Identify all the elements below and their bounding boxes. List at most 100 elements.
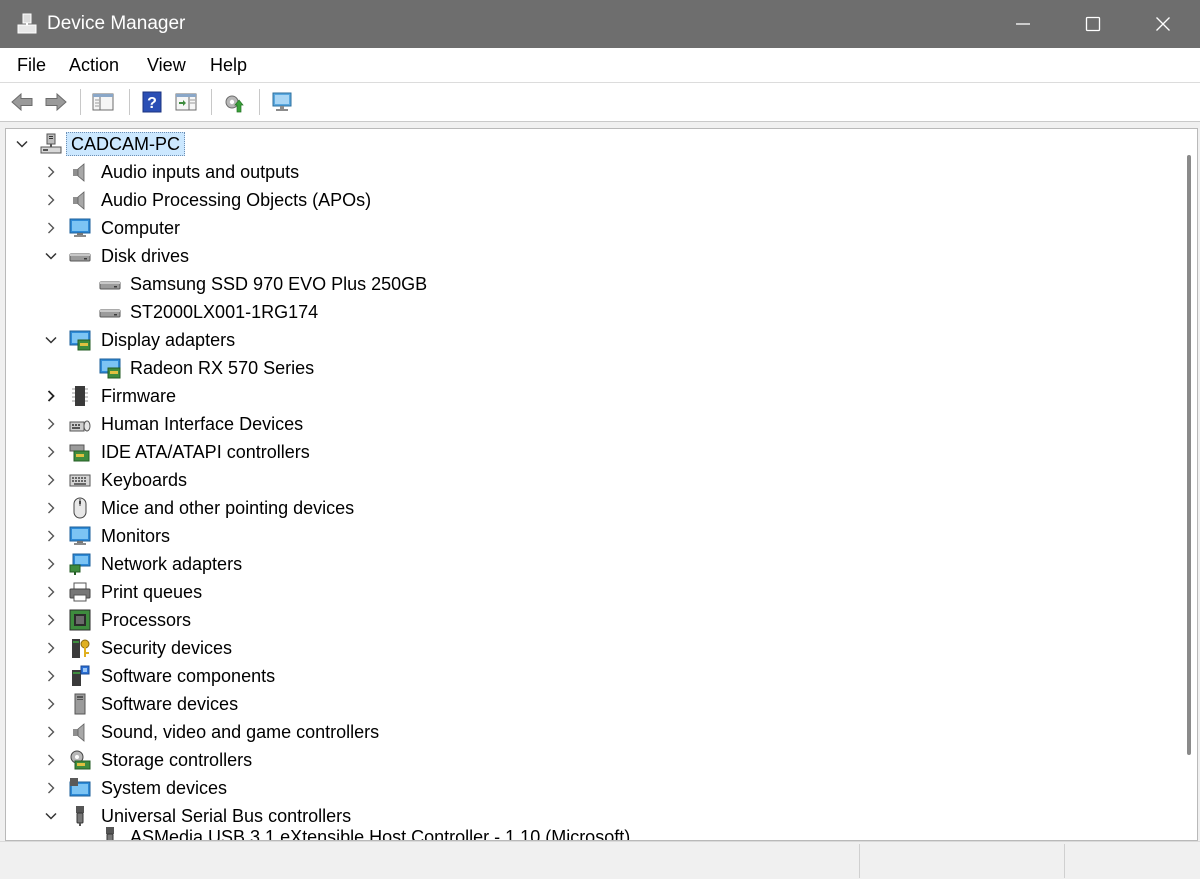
status-bar: [0, 841, 1200, 879]
disk-drive-icon: [99, 273, 121, 295]
close-icon: [1156, 17, 1170, 31]
tree-item-security-devices[interactable]: Security devices: [6, 635, 1176, 661]
chevron-right-icon[interactable]: [44, 669, 58, 683]
chevron-down-icon[interactable]: [44, 249, 58, 263]
menu-action[interactable]: Action: [69, 54, 119, 76]
security-key-icon: [69, 637, 91, 659]
chevron-right-icon[interactable]: [44, 221, 58, 235]
tree-item-label: Display adapters: [101, 330, 236, 350]
window-title: Device Manager: [47, 13, 186, 34]
device-tree[interactable]: CADCAM-PC Audio inputs and outputs Audio…: [5, 128, 1198, 841]
forward-button[interactable]: [42, 88, 70, 116]
tree-item-label: Radeon RX 570 Series: [130, 358, 315, 378]
chevron-right-icon[interactable]: [44, 501, 58, 515]
tree-item-label: ASMedia USB 3.1 eXtensible Host Controll…: [130, 827, 631, 841]
tree-item-display-adapters[interactable]: Display adapters: [6, 327, 1176, 353]
tree-item-label: IDE ATA/ATAPI controllers: [101, 442, 310, 462]
chevron-right-icon[interactable]: [44, 557, 58, 571]
tree-item-asmedia-usb-controller[interactable]: ASMedia USB 3.1 eXtensible Host Controll…: [6, 824, 1176, 841]
tree-item-human-interface-devices[interactable]: Human Interface Devices: [6, 411, 1176, 437]
tree-item-mice[interactable]: Mice and other pointing devices: [6, 495, 1176, 521]
chevron-right-icon[interactable]: [44, 529, 58, 543]
toolbar-separator: [80, 89, 81, 115]
device-manager-app-icon: [16, 13, 38, 35]
tree-item-ide-ata-atapi-controllers[interactable]: IDE ATA/ATAPI controllers: [6, 439, 1176, 465]
svg-text:?: ?: [147, 95, 157, 112]
back-button[interactable]: [8, 88, 36, 116]
tree-item-label: Mice and other pointing devices: [101, 498, 355, 518]
tree-item-label: Software devices: [101, 694, 239, 714]
scan-hardware-icon: [272, 92, 292, 111]
chevron-right-icon[interactable]: [44, 613, 58, 627]
update-driver-button[interactable]: [220, 88, 248, 116]
chevron-right-icon[interactable]: [44, 193, 58, 207]
tree-item-system-devices[interactable]: System devices: [6, 775, 1176, 801]
tree-item-print-queues[interactable]: Print queues: [6, 579, 1176, 605]
chevron-down-icon[interactable]: [15, 137, 29, 151]
help-icon: ?: [142, 91, 162, 113]
chevron-right-icon[interactable]: [44, 445, 58, 459]
minimize-button[interactable]: [988, 0, 1058, 48]
scrollbar-thumb[interactable]: [1187, 155, 1191, 755]
chevron-right-icon[interactable]: [44, 641, 58, 655]
toolbar-separator: [129, 89, 130, 115]
tree-item-computer[interactable]: Computer: [6, 215, 1176, 241]
chevron-right-icon[interactable]: [44, 473, 58, 487]
scan-hardware-button[interactable]: [268, 88, 296, 116]
chevron-right-icon[interactable]: [44, 753, 58, 767]
help-button[interactable]: ?: [138, 88, 166, 116]
properties-pane-button[interactable]: [172, 88, 200, 116]
tree-item-label: Disk drives: [101, 246, 190, 266]
tree-item-label: Audio Processing Objects (APOs): [101, 190, 372, 210]
ide-controller-icon: [69, 441, 91, 463]
tree-item-disk-drives[interactable]: Disk drives: [6, 243, 1176, 269]
title-bar[interactable]: Device Manager: [0, 0, 1200, 48]
tree-item-audio-inputs-outputs[interactable]: Audio inputs and outputs: [6, 159, 1176, 185]
tree-item-samsung-ssd[interactable]: Samsung SSD 970 EVO Plus 250GB: [6, 271, 1176, 297]
vertical-scrollbar[interactable]: [1181, 129, 1197, 840]
tree-item-keyboards[interactable]: Keyboards: [6, 467, 1176, 493]
close-button[interactable]: [1128, 0, 1198, 48]
chevron-down-icon[interactable]: [44, 333, 58, 347]
tree-item-network-adapters[interactable]: Network adapters: [6, 551, 1176, 577]
chevron-right-icon[interactable]: [44, 697, 58, 711]
maximize-button[interactable]: [1058, 0, 1128, 48]
tree-item-processors[interactable]: Processors: [6, 607, 1176, 633]
tree-item-firmware[interactable]: Firmware: [6, 383, 1176, 409]
tree-item-label: Storage controllers: [101, 750, 253, 770]
storage-controller-icon: [69, 749, 91, 771]
tree-item-audio-processing-objects[interactable]: Audio Processing Objects (APOs): [6, 187, 1176, 213]
tree-item-label: Software components: [101, 666, 276, 686]
chevron-right-icon[interactable]: [44, 389, 58, 403]
menu-help[interactable]: Help: [210, 54, 247, 76]
back-icon: [11, 92, 33, 112]
tree-item-label: Keyboards: [101, 470, 188, 490]
tree-item-label: ST2000LX001-1RG174: [130, 302, 319, 322]
tree-item-label: Security devices: [101, 638, 233, 658]
chevron-right-icon[interactable]: [44, 417, 58, 431]
tree-item-label: Print queues: [101, 582, 203, 602]
menu-view[interactable]: View: [147, 54, 186, 76]
tree-item-radeon-rx-570[interactable]: Radeon RX 570 Series: [6, 355, 1176, 381]
menu-file[interactable]: File: [17, 54, 46, 76]
tree-item-sound-video-game-controllers[interactable]: Sound, video and game controllers: [6, 719, 1176, 745]
chevron-right-icon[interactable]: [44, 725, 58, 739]
tree-root[interactable]: CADCAM-PC: [6, 131, 1176, 157]
tree-item-label: Sound, video and game controllers: [101, 722, 380, 742]
firmware-chip-icon: [69, 385, 91, 407]
tree-item-software-components[interactable]: Software components: [6, 663, 1176, 689]
chevron-right-icon[interactable]: [44, 165, 58, 179]
tree-item-st2000lx001[interactable]: ST2000LX001-1RG174: [6, 299, 1176, 325]
tree-item-monitors[interactable]: Monitors: [6, 523, 1176, 549]
software-component-icon: [69, 665, 91, 687]
show-hide-console-tree-button[interactable]: [89, 88, 117, 116]
chevron-right-icon[interactable]: [44, 585, 58, 599]
tree-root-label[interactable]: CADCAM-PC: [66, 132, 186, 156]
tree-item-software-devices[interactable]: Software devices: [6, 691, 1176, 717]
computer-tree-root-icon: [40, 133, 62, 155]
display-adapter-icon: [99, 357, 121, 379]
chevron-down-icon[interactable]: [44, 809, 58, 823]
minimize-icon: [1016, 23, 1030, 25]
tree-item-storage-controllers[interactable]: Storage controllers: [6, 747, 1176, 773]
chevron-right-icon[interactable]: [44, 781, 58, 795]
